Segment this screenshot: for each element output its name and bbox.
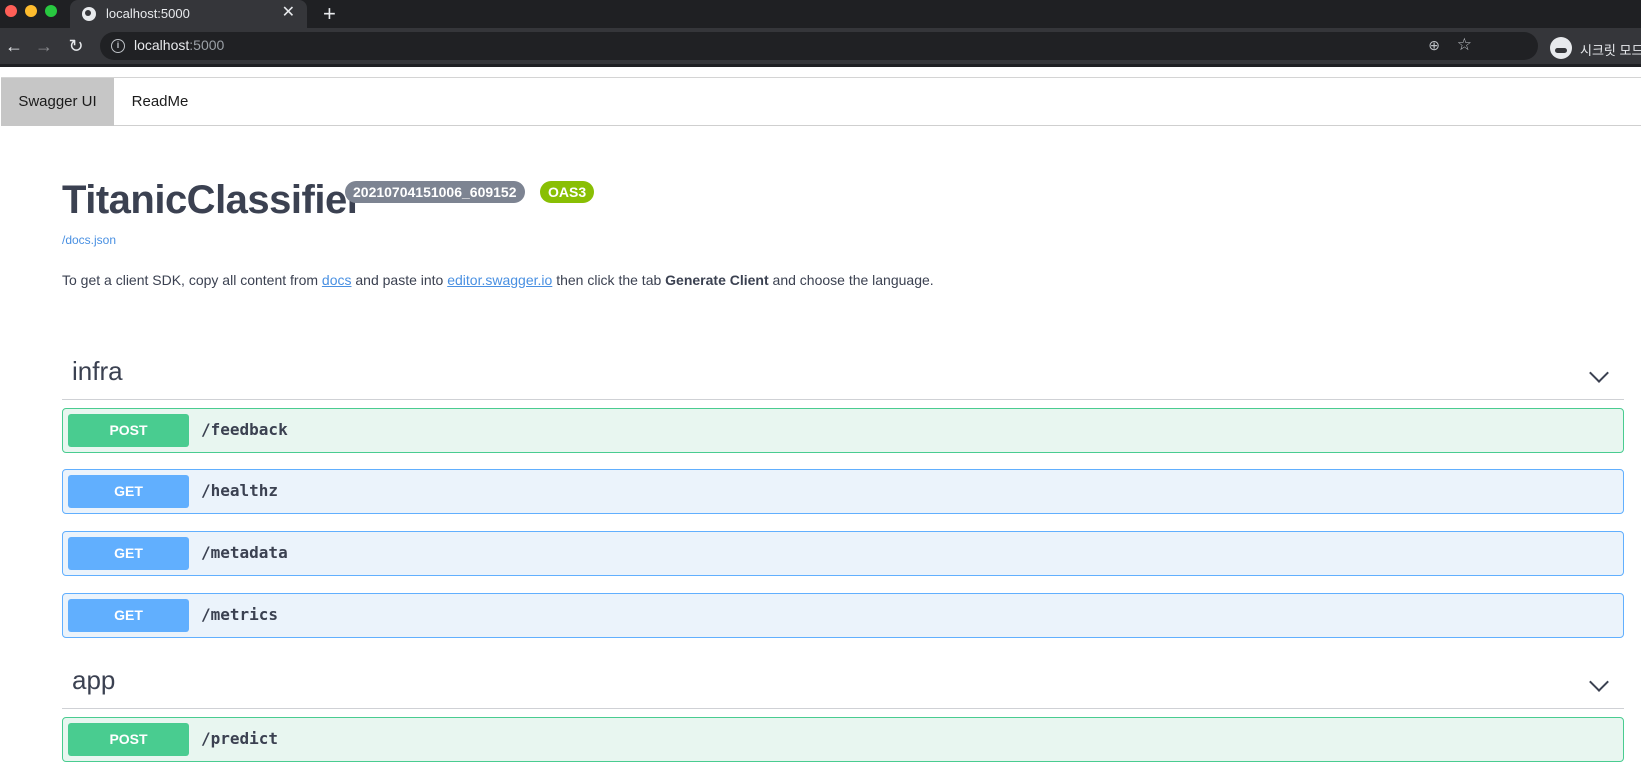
globe-icon [82,7,96,21]
docs-json-link[interactable]: /docs.json [62,233,116,247]
section-header-app[interactable]: app [62,655,1624,709]
method-badge: POST [68,723,189,756]
desc-text-1: To get a client SDK, copy all content fr… [62,272,322,288]
method-badge: POST [68,414,189,447]
desc-text-3: then click the tab [552,272,666,288]
tab-swagger-ui[interactable]: Swagger UI [1,78,114,126]
site-info-icon[interactable]: i [111,39,125,53]
operation-path: /metadata [201,543,288,562]
desc-text-4: and choose the language. [768,272,934,288]
method-badge: GET [68,475,189,508]
operation-path: /healthz [201,481,279,500]
method-badge: GET [68,537,189,570]
operation-row[interactable]: POST /predict [62,717,1624,762]
page-title: TitanicClassifier [62,178,362,222]
section-title: infra [72,356,123,386]
desc-text-2: and paste into [351,272,448,288]
operation-row[interactable]: GET /healthz [62,469,1624,514]
url-text[interactable]: localhost:5000 [134,37,224,53]
incognito-label: 시크릿 모드 [1580,43,1641,58]
browser-tab[interactable]: localhost:5000 ✕ [70,0,307,28]
section-header-infra[interactable]: infra [62,346,1624,400]
docs-link[interactable]: docs [322,272,352,288]
operation-row[interactable]: GET /metrics [62,593,1624,638]
top-nav: Swagger UI ReadMe [1,77,1641,126]
browser-tab-strip: localhost:5000 ✕ + [0,0,1641,28]
operation-path: /metrics [201,605,279,624]
new-tab-icon[interactable]: + [323,2,336,26]
browser-toolbar: ← → ↻ i localhost:5000 ⊕ ☆ [0,28,1641,64]
editor-swagger-link[interactable]: editor.swagger.io [447,272,552,288]
minimize-window-button[interactable] [25,5,37,17]
operation-row[interactable]: GET /metadata [62,531,1624,576]
url-port: :5000 [189,37,225,53]
forward-arrow-icon[interactable]: → [32,34,56,58]
operation-path: /feedback [201,420,288,439]
info-description: To get a client SDK, copy all content fr… [62,272,934,288]
url-host: localhost [134,37,190,53]
tab-title: localhost:5000 [106,6,190,21]
zoom-icon[interactable]: ⊕ [1428,37,1440,54]
method-badge: GET [68,599,189,632]
section-title: app [72,665,116,695]
version-badge: 20210704151006_609152 [345,181,525,203]
page-top-border [0,64,1641,76]
close-window-button[interactable] [5,5,17,17]
operation-row[interactable]: POST /feedback [62,408,1624,453]
tab-close-icon[interactable]: ✕ [282,4,295,22]
address-bar[interactable]: i localhost:5000 ⊕ ☆ [100,32,1538,60]
bookmark-star-icon[interactable]: ☆ [1457,35,1472,55]
chevron-down-icon[interactable] [1589,672,1609,692]
chevron-down-icon[interactable] [1589,363,1609,383]
tab-readme[interactable]: ReadMe [114,78,206,126]
reload-icon[interactable]: ↻ [64,34,88,58]
incognito-icon[interactable] [1550,37,1572,59]
oas-badge: OAS3 [540,181,595,203]
generate-client-text: Generate Client [665,272,769,288]
operation-path: /predict [201,729,279,748]
back-arrow-icon[interactable]: ← [2,34,26,58]
maximize-window-button[interactable] [45,5,57,17]
